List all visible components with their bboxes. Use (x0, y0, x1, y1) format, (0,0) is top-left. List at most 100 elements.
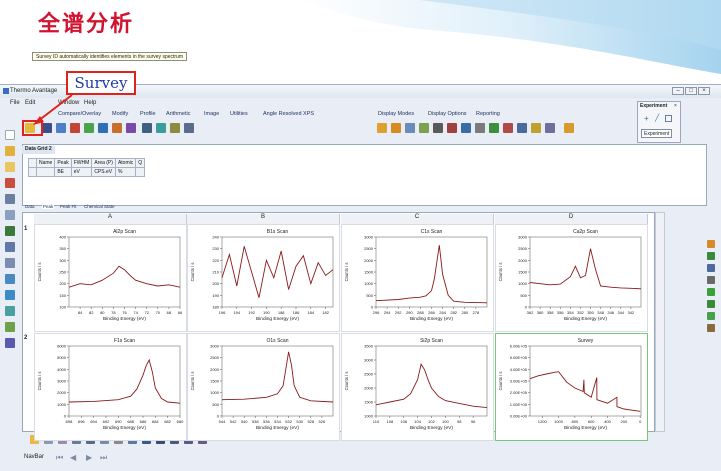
x-tick-label: 538 (252, 419, 259, 424)
y-tick-label: 2500 (364, 246, 374, 251)
y-tick-label: 1000 (210, 390, 220, 395)
right-tool-6-icon[interactable] (707, 300, 715, 308)
log-view-icon[interactable] (5, 338, 15, 348)
spectrum-icon[interactable] (5, 210, 15, 220)
new-icon[interactable] (5, 130, 15, 140)
y-tick-label: 3000 (57, 379, 67, 384)
x-tick-label: 72 (144, 310, 149, 315)
data-grid-corner (28, 158, 37, 168)
report-view-icon[interactable] (5, 322, 15, 332)
save-icon[interactable] (5, 178, 15, 188)
y-tick-label: 4000 (57, 367, 67, 372)
tab-data[interactable]: Data (25, 204, 35, 209)
spectrum-cell-a2[interactable]: F1s Scan Binding Energy (eV) Counts / s 698… (34, 333, 187, 441)
data-tabs: Data Peak Peak Fit Chemical State (22, 203, 162, 211)
y-axis-label: Counts / s (498, 372, 503, 391)
x-axis-label: Binding Energy (eV) (410, 316, 453, 322)
y-tick-label: 0 (217, 414, 220, 419)
spectrum-cell-c2[interactable]: Si2p Scan Binding Energy (eV) Counts / s 11… (341, 333, 494, 441)
y-tick-label: 2500 (210, 355, 220, 360)
data-grid-unit-row: BE eV CPS.eV % (28, 167, 146, 177)
column-header-a[interactable]: A (34, 214, 187, 224)
plot-title: O1s Scan (267, 338, 289, 344)
spectrum-cell-b2[interactable]: O1s Scan Binding Energy (eV) Counts / s 544… (187, 333, 340, 441)
overlay-view-icon[interactable] (5, 306, 15, 316)
spectrum-cell-a1[interactable]: Al2p Scan Binding Energy (eV) Counts / s 84… (34, 224, 187, 332)
right-tool-5-icon[interactable] (707, 288, 715, 296)
spectrum-plot: B1s Scan Binding Energy (eV) Counts / s 196… (190, 229, 334, 322)
x-tick-label: 696 (78, 419, 85, 424)
plot-title: F1s Scan (114, 338, 135, 344)
nav-last-icon[interactable]: ⏭ (100, 453, 107, 463)
data-grid-tab[interactable]: Data Grid 2 (22, 146, 55, 154)
y-tick-label: 1000 (518, 281, 528, 286)
col-fwhm[interactable]: FWHM (70, 158, 93, 168)
tab-chemical-state[interactable]: Chemical State (84, 204, 115, 209)
y-tick-label: 1000 (364, 414, 374, 419)
plot-title: Survey (578, 338, 594, 344)
col-atomic[interactable]: Atomic (114, 158, 137, 168)
right-tool-4-icon[interactable] (707, 276, 715, 284)
plot-frame (221, 236, 334, 308)
y-tick-label: 500 (366, 293, 373, 298)
right-tool-2-icon[interactable] (707, 252, 715, 260)
x-tick-label: 108 (387, 419, 394, 424)
right-tool-3-icon[interactable] (707, 264, 715, 272)
x-tick-label: 352 (577, 310, 584, 315)
y-tick-label: 2000 (364, 258, 374, 263)
acquire-icon[interactable] (5, 226, 15, 236)
nav-prev-icon[interactable]: ◀ (70, 453, 76, 462)
y-tick-label: 100 (59, 305, 66, 310)
column-header-d[interactable]: D (495, 214, 648, 224)
y-tick-label: 210 (212, 270, 219, 275)
y-tick-label: 5.00E+05 (510, 355, 528, 360)
nav-first-icon[interactable]: ⏮ (56, 453, 63, 463)
map-view-icon[interactable] (5, 258, 15, 268)
x-tick-label: 290 (406, 310, 413, 315)
y-tick-label: 180 (212, 305, 219, 310)
unit-name (35, 167, 56, 177)
x-tick-label: 284 (439, 310, 446, 315)
col-q[interactable]: Q (135, 158, 146, 168)
tab-peak[interactable]: Peak (42, 204, 55, 209)
y-tick-label: 2000 (518, 258, 528, 263)
plot-title: C1s Scan (421, 229, 443, 235)
table-view-icon[interactable] (5, 290, 15, 300)
open-file-icon[interactable] (5, 162, 15, 172)
spectrum-cell-d1[interactable]: Ca2p Scan Binding Energy (eV) Counts / s 36… (495, 224, 648, 332)
spectrum-cell-d2[interactable]: Survey Binding Energy (eV) Counts / s 1200 1… (495, 333, 648, 441)
nav-next-icon[interactable]: ▶ (86, 453, 92, 462)
spectrum-plot: Survey Binding Energy (eV) Counts / s 1200 1… (498, 338, 642, 431)
image-view-icon[interactable] (5, 274, 15, 284)
col-peak[interactable]: Peak (54, 158, 72, 168)
column-header-b[interactable]: B (187, 214, 340, 224)
profile-icon[interactable] (5, 242, 15, 252)
col-name[interactable]: Name (35, 158, 56, 168)
tab-peak-fit[interactable]: Peak Fit (60, 204, 77, 209)
x-tick-label: 0 (639, 419, 642, 424)
y-tick-label: 1.00E+05 (510, 402, 528, 407)
spectrum-line (221, 246, 334, 298)
spectrum-line (375, 363, 488, 409)
y-tick-label: 230 (212, 246, 219, 251)
right-tool-7-icon[interactable] (707, 312, 715, 320)
plot-frame (68, 236, 181, 308)
x-axis-label: Binding Energy (eV) (564, 425, 607, 431)
x-tick-label: 356 (557, 310, 564, 315)
open-folder-icon[interactable] (5, 146, 15, 156)
matrix-scrollbar[interactable] (655, 212, 665, 432)
x-tick-label: 362 (527, 310, 534, 315)
spectrum-cell-b1[interactable]: B1s Scan Binding Energy (eV) Counts / s 196… (187, 224, 340, 332)
col-area[interactable]: Area (P) (91, 158, 116, 168)
right-tool-8-icon[interactable] (707, 324, 715, 332)
x-tick-label: 182 (322, 310, 329, 315)
right-tool-1-icon[interactable] (707, 240, 715, 248)
column-header-c[interactable]: C (341, 214, 494, 224)
y-tick-label: 1500 (364, 400, 374, 405)
x-tick-label: 106 (400, 419, 407, 424)
print-icon[interactable] (5, 194, 15, 204)
spectrum-cell-c1[interactable]: C1s Scan Binding Energy (eV) Counts / s 296… (341, 224, 494, 332)
y-axis-label: Counts / s (37, 263, 42, 282)
x-tick-label: 532 (285, 419, 292, 424)
x-tick-label: 80 (100, 310, 105, 315)
